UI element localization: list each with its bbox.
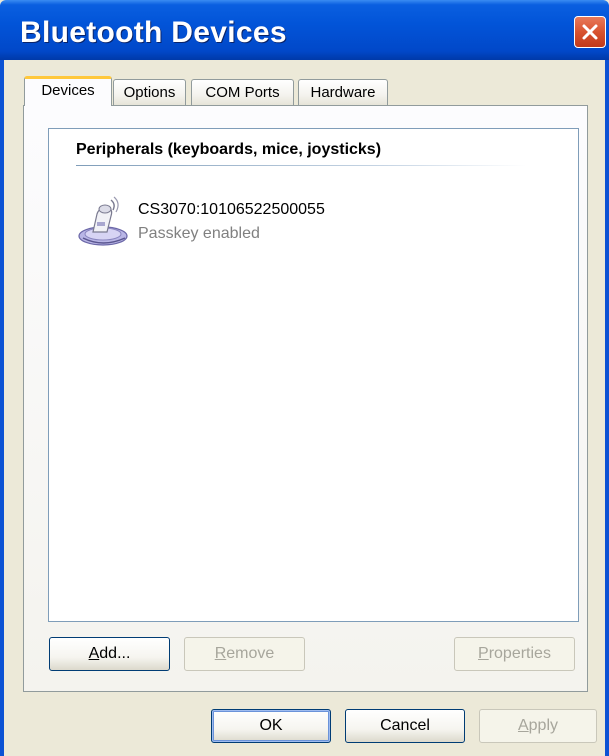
tab-label: COM Ports bbox=[205, 84, 280, 101]
close-icon bbox=[582, 24, 598, 40]
cancel-button[interactable]: Cancel bbox=[345, 709, 465, 743]
device-list[interactable]: Peripherals (keyboards, mice, joysticks)… bbox=[48, 128, 579, 622]
bluetooth-scanner-icon bbox=[78, 196, 128, 246]
title-bar: Bluetooth Devices bbox=[0, 0, 609, 60]
remove-button[interactable]: Remove bbox=[184, 637, 305, 671]
properties-button-label: roperties bbox=[488, 645, 551, 662]
properties-button-mnemonic: P bbox=[478, 645, 489, 662]
tab-hardware[interactable]: Hardware bbox=[298, 79, 388, 105]
properties-button[interactable]: Properties bbox=[454, 637, 575, 671]
window-frame-left bbox=[0, 60, 4, 756]
add-button[interactable]: Add... bbox=[49, 637, 170, 671]
cancel-button-label: Cancel bbox=[380, 717, 430, 734]
tab-options[interactable]: Options bbox=[113, 79, 186, 105]
tab-devices[interactable]: Devices bbox=[24, 76, 112, 106]
tab-com-ports[interactable]: COM Ports bbox=[191, 79, 294, 105]
remove-button-label: emove bbox=[226, 645, 275, 662]
group-header: Peripherals (keyboards, mice, joysticks) bbox=[76, 141, 382, 158]
device-status: Passkey enabled bbox=[138, 225, 260, 242]
device-name: CS3070:10106522500055 bbox=[138, 201, 325, 218]
tab-label: Options bbox=[123, 84, 176, 101]
add-button-label: dd... bbox=[99, 645, 131, 662]
remove-button-mnemonic: R bbox=[214, 645, 227, 662]
window-title: Bluetooth Devices bbox=[20, 16, 287, 49]
apply-button[interactable]: Apply bbox=[479, 709, 597, 743]
close-button[interactable] bbox=[574, 16, 606, 48]
ok-button[interactable]: OK bbox=[211, 709, 331, 743]
ok-button-label: OK bbox=[259, 717, 283, 734]
tab-label: Hardware bbox=[310, 84, 376, 101]
tab-label: Devices bbox=[41, 82, 95, 99]
apply-button-mnemonic: A bbox=[517, 717, 529, 734]
apply-button-label: pply bbox=[528, 717, 559, 734]
add-button-mnemonic: A bbox=[88, 645, 100, 662]
window-frame-right bbox=[605, 60, 609, 756]
group-divider bbox=[76, 165, 526, 166]
